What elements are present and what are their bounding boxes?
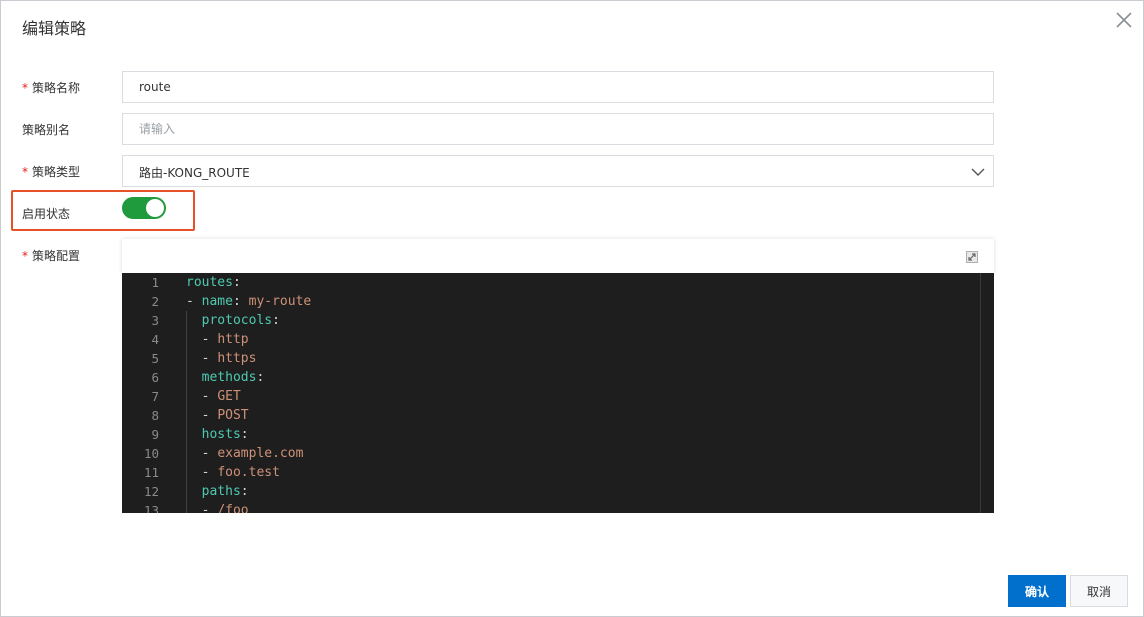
cancel-button[interactable]: 取消	[1070, 575, 1128, 607]
yaml-value: example.com	[217, 446, 304, 461]
line-number: 12	[143, 484, 159, 499]
enable-status-toggle[interactable]	[122, 197, 166, 219]
enable-status-label: 启用状态	[22, 207, 71, 221]
line-number: 5	[151, 351, 159, 366]
line-number: 3	[151, 313, 159, 328]
yaml-dash: -	[201, 351, 218, 366]
yaml-indent	[186, 408, 202, 423]
code-content[interactable]: routes: - name: my-route protocols: - htt…	[186, 273, 980, 513]
line-number: 7	[151, 389, 159, 404]
close-icon	[1116, 12, 1132, 28]
expand-icon[interactable]	[966, 251, 978, 263]
code-line: - name: my-route	[186, 292, 980, 311]
yaml-value: POST	[217, 408, 249, 423]
policy-type-label: * 策略类型	[22, 165, 81, 179]
yaml-dash: -	[201, 465, 218, 480]
line-number: 8	[151, 408, 159, 423]
editor-toolbar	[122, 239, 994, 273]
yaml-indent	[186, 446, 202, 461]
yaml-indent	[186, 427, 202, 442]
line-number: 6	[151, 370, 159, 385]
code-line: methods:	[186, 368, 980, 387]
policy-name-label: * 策略名称	[22, 81, 81, 95]
line-number: 9	[151, 427, 159, 442]
yaml-value: GET	[217, 389, 241, 404]
line-number: 2	[151, 294, 159, 309]
yaml-colon: :	[232, 275, 241, 290]
code-line: - GET	[186, 387, 980, 406]
edit-policy-dialog: 编辑策略 *策略名称 策略别名 *策略类型 路由-KONG_ROUTE 启用状态…	[0, 0, 1144, 617]
yaml-value: /foo	[217, 503, 249, 513]
yaml-dash: -	[201, 503, 218, 513]
yaml-value: https	[217, 351, 257, 366]
code-line: protocols:	[186, 311, 980, 330]
yaml-value: http	[217, 332, 249, 347]
vertical-scrollbar[interactable]	[980, 273, 981, 513]
yaml-colon: :	[240, 427, 249, 442]
dialog-title: 编辑策略	[22, 19, 87, 38]
yaml-key: routes	[186, 275, 233, 290]
required-mark: *	[22, 249, 28, 263]
yaml-dash: -	[201, 389, 218, 404]
yaml-key: hosts	[201, 427, 241, 442]
line-number-gutter: 1 2 3 4 5 6 7 8 9 10 11 12 13	[122, 273, 178, 513]
line-number: 13	[143, 503, 159, 513]
yaml-indent	[186, 313, 202, 328]
yaml-indent	[186, 503, 202, 513]
yaml-colon: :	[272, 313, 280, 328]
code-editor[interactable]: 1 2 3 4 5 6 7 8 9 10 11 12 13 routes: - name: my-rout…	[122, 273, 994, 513]
line-number: 11	[143, 465, 159, 480]
code-line: hosts:	[186, 425, 980, 444]
yaml-indent	[186, 389, 202, 404]
line-number: 10	[143, 446, 159, 461]
code-line: - POST	[186, 406, 980, 425]
code-line: - http	[186, 330, 980, 349]
chevron-down-icon	[971, 168, 985, 176]
policy-alias-input[interactable]	[122, 113, 994, 145]
yaml-dash: -	[201, 332, 218, 347]
yaml-indent	[186, 484, 202, 499]
yaml-dash: -	[186, 294, 202, 309]
yaml-dash: -	[201, 408, 218, 423]
yaml-key: methods	[201, 370, 257, 385]
policy-type-value: 路由-KONG_ROUTE	[139, 166, 250, 180]
policy-alias-label: 策略别名	[22, 123, 71, 137]
yaml-indent	[186, 332, 202, 347]
code-line: - https	[186, 349, 980, 368]
required-mark: *	[22, 165, 28, 179]
policy-config-label: * 策略配置	[22, 249, 81, 263]
yaml-colon: :	[240, 484, 249, 499]
confirm-button[interactable]: 确认	[1008, 575, 1066, 607]
yaml-value: my-route	[248, 294, 312, 309]
code-line: paths:	[186, 482, 980, 501]
close-button[interactable]	[1114, 10, 1134, 30]
code-line: - /foo	[186, 501, 980, 513]
policy-name-input[interactable]	[122, 71, 994, 103]
yaml-key: name	[201, 294, 233, 309]
line-number: 1	[151, 275, 159, 290]
yaml-colon: :	[232, 294, 249, 309]
config-editor: 1 2 3 4 5 6 7 8 9 10 11 12 13 routes: - name: my-rout…	[122, 239, 994, 513]
line-number: 4	[151, 332, 159, 347]
code-line: - example.com	[186, 444, 980, 463]
yaml-dash: -	[201, 446, 218, 461]
required-mark: *	[22, 81, 28, 95]
code-line: - foo.test	[186, 463, 980, 482]
yaml-colon: :	[256, 370, 265, 385]
yaml-key: paths	[201, 484, 241, 499]
toggle-knob	[146, 199, 164, 217]
yaml-indent	[186, 465, 202, 480]
yaml-key: protocols	[201, 313, 273, 328]
policy-type-select[interactable]: 路由-KONG_ROUTE	[122, 155, 994, 187]
yaml-value: foo.test	[217, 465, 280, 480]
yaml-indent	[186, 351, 202, 366]
code-line: routes:	[186, 273, 980, 292]
yaml-indent	[186, 370, 202, 385]
